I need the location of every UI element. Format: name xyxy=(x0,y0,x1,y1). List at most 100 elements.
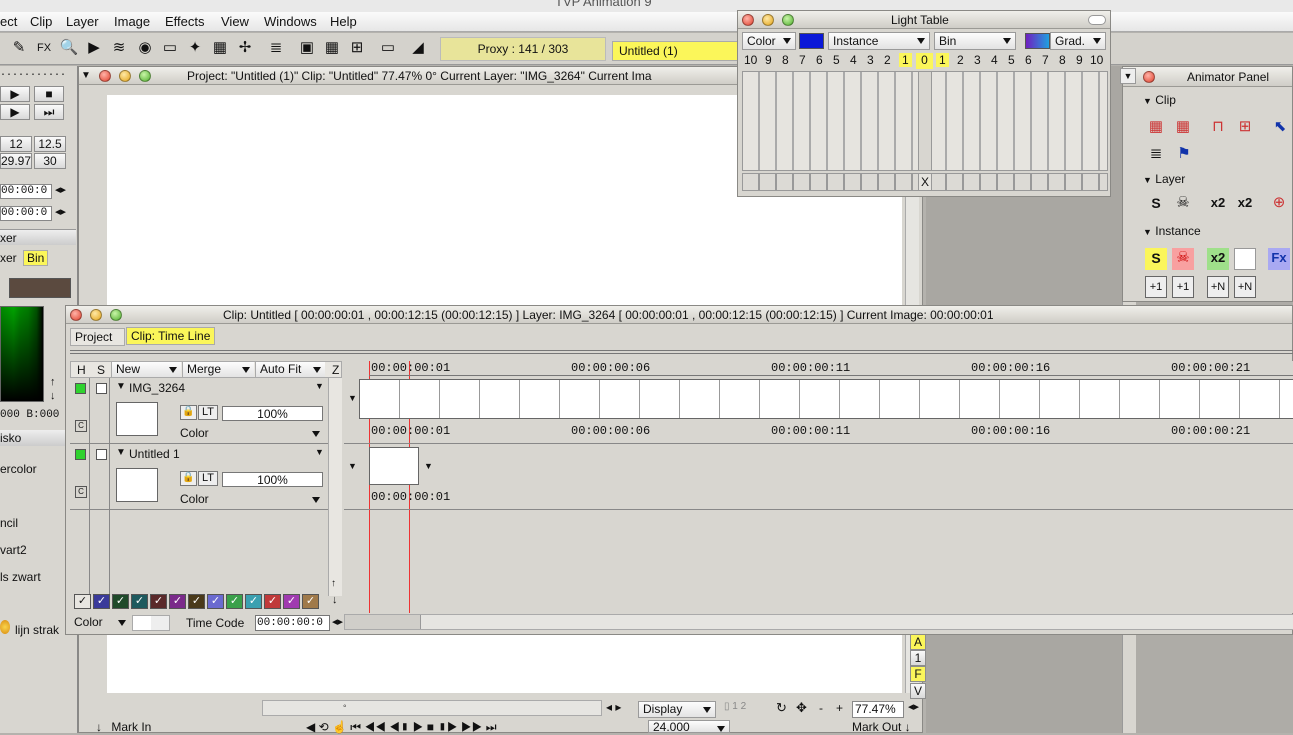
preset-item[interactable]: ncil xyxy=(0,516,18,530)
layer-mode-dropdown[interactable]: Color xyxy=(176,426,324,441)
side-button-1[interactable]: 1 xyxy=(910,650,926,666)
lock-icon[interactable]: 🔒 xyxy=(180,471,197,486)
bin-tab[interactable]: Bin xyxy=(23,250,49,266)
timeline-scroll-thumb[interactable] xyxy=(345,615,421,629)
layer-visibility-toggle[interactable] xyxy=(75,449,86,460)
marker-tab[interactable]: xer xyxy=(0,251,17,265)
layer-move-icon[interactable]: ⊕ xyxy=(1268,193,1290,215)
layer-x2-button[interactable]: x2 xyxy=(1207,193,1229,215)
instance-x2-button[interactable]: x2 xyxy=(1207,248,1229,270)
layer-row[interactable]: C ▼ Untitled 1 ▼ 🔒 LT 100% Color xyxy=(70,444,342,510)
instance-menu-icon[interactable]: ▼ xyxy=(424,461,433,471)
lt-right-5[interactable]: 5 xyxy=(1008,53,1015,67)
light-icon[interactable]: ✦ xyxy=(184,38,206,60)
lt-left-9[interactable]: 9 xyxy=(765,53,772,67)
horizontal-scrollbar[interactable]: ◦ xyxy=(262,700,602,716)
scroll-up-icon[interactable]: ↑ xyxy=(331,578,336,589)
preset-item[interactable]: lijn strak xyxy=(15,623,59,637)
lt-right-9[interactable]: 9 xyxy=(1076,53,1083,67)
lt-left-3[interactable]: 3 xyxy=(867,53,874,67)
light-table-gradient-swatch[interactable] xyxy=(1025,33,1050,49)
swatch[interactable]: ✓ xyxy=(245,594,262,609)
animator-collapse-button[interactable]: ▼ xyxy=(1120,68,1136,84)
lt-left-8[interactable]: 8 xyxy=(782,53,789,67)
light-table-center-slider[interactable] xyxy=(918,71,932,171)
layer-solo-toggle[interactable] xyxy=(96,449,107,460)
fps-12-5-button[interactable]: 12.5 xyxy=(34,136,66,152)
menu-item-help[interactable]: Help xyxy=(330,14,357,29)
step-next-n-button[interactable]: +N xyxy=(1234,276,1256,298)
side-button-f[interactable]: F xyxy=(910,666,926,682)
color-mode-dropdown[interactable]: Color xyxy=(70,615,130,631)
layer-solo-toggle[interactable] xyxy=(96,383,107,394)
layer-visibility-toggle[interactable] xyxy=(75,383,86,394)
layer-expand-icon[interactable]: ▼ xyxy=(116,381,126,392)
light-table-minimize-button[interactable] xyxy=(762,14,774,26)
layer-x2b-button[interactable]: x2 xyxy=(1234,193,1256,215)
layer-expand-icon[interactable]: ▼ xyxy=(116,447,126,458)
time-field-1[interactable]: 00:00:0 xyxy=(0,184,52,199)
fps-29-97-button[interactable]: 29.97 xyxy=(0,153,32,169)
timecode-field[interactable]: 00:00:00:0 xyxy=(255,615,330,631)
lt-left-4[interactable]: 4 xyxy=(850,53,857,67)
instance-blank-button[interactable] xyxy=(1234,248,1256,270)
color-wheel-icon[interactable]: ◉ xyxy=(134,38,156,60)
palette-scroll-up[interactable]: ↑ xyxy=(50,376,56,388)
menu-item-clip[interactable]: Clip xyxy=(30,14,52,29)
lt-left-1[interactable]: 1 xyxy=(899,53,912,67)
lock-icon[interactable]: 🔒 xyxy=(180,405,197,420)
layer-row[interactable]: C ▼ IMG_3264 ▼ 🔒 LT 100% Color xyxy=(70,378,342,444)
layer-list-scrollbar[interactable]: ↑ xyxy=(328,378,342,596)
instance-ghost-icon[interactable]: ☠ xyxy=(1172,248,1194,270)
step-button[interactable]: ▶ xyxy=(0,104,30,120)
light-table-grad-dropdown[interactable]: Grad. xyxy=(1050,32,1106,50)
preset-item[interactable]: ercolor xyxy=(0,462,37,476)
clip-arrow-icon[interactable]: ⬉ xyxy=(1269,117,1291,139)
lt-right-2[interactable]: 2 xyxy=(957,53,964,67)
lt-left-5[interactable]: 5 xyxy=(833,53,840,67)
swatch[interactable]: ✓ xyxy=(150,594,167,609)
light-table-x-button[interactable]: X xyxy=(918,173,932,191)
swatch[interactable]: ✓ xyxy=(131,594,148,609)
layer-menu-icon[interactable]: ▼ xyxy=(315,381,324,391)
step-prev-n-button[interactable]: +N xyxy=(1207,276,1229,298)
minimize-button[interactable] xyxy=(119,70,131,82)
header-s[interactable]: S xyxy=(97,363,105,377)
lt-left-10[interactable]: 10 xyxy=(744,53,757,67)
lt-center[interactable]: 0 xyxy=(916,53,933,69)
tab-clip-timeline[interactable]: Clip: Time Line xyxy=(126,327,216,345)
layer-color-box[interactable]: C xyxy=(75,420,87,432)
lt-right-8[interactable]: 8 xyxy=(1059,53,1066,67)
track1-menu-icon[interactable]: ▼ xyxy=(348,393,357,403)
project-tab[interactable]: Untitled (1) xyxy=(612,41,738,61)
menu-item-windows[interactable]: Windows xyxy=(264,14,317,29)
light-table-color-swatch[interactable] xyxy=(799,33,824,49)
swatch[interactable]: ✓ xyxy=(207,594,224,609)
rotate-icon[interactable]: ↻ xyxy=(776,700,787,716)
crop-icon[interactable]: ✢ xyxy=(234,38,256,60)
clip-stack-icon[interactable]: ≣ xyxy=(1145,144,1167,166)
play-icon[interactable]: ▶ xyxy=(83,38,105,60)
step-next-1-button[interactable]: +1 xyxy=(1172,276,1194,298)
tab-project[interactable]: Project xyxy=(70,328,125,346)
lt-right-10[interactable]: 10 xyxy=(1090,53,1103,67)
layer-thumbnail[interactable] xyxy=(116,402,158,436)
timeline-track-area[interactable]: 00:00:00:01 00:00:00:06 00:00:00:11 00:0… xyxy=(344,361,1293,613)
paper-icon[interactable]: ▭ xyxy=(159,38,181,60)
lt-right-3[interactable]: 3 xyxy=(974,53,981,67)
view-split-icon[interactable]: ⊞ xyxy=(346,38,368,60)
light-table-toolbar-toggle[interactable] xyxy=(1088,15,1106,25)
nav-arrows[interactable]: ◂ ▸ xyxy=(606,700,621,714)
zoom-button[interactable] xyxy=(139,70,151,82)
menu-item-layer[interactable]: Layer xyxy=(66,14,99,29)
collapse-arrow[interactable]: ▼ xyxy=(81,67,91,84)
light-table-toggle[interactable]: LT xyxy=(198,405,218,420)
animator-section-clip[interactable]: ▼ Clip xyxy=(1143,93,1176,107)
palette-scroll-down[interactable]: ↓ xyxy=(50,390,56,402)
layer-name[interactable]: IMG_3264 xyxy=(129,381,185,395)
fx-button[interactable]: FX xyxy=(33,38,55,60)
swatch[interactable]: ✓ xyxy=(226,594,243,609)
color-palette-grid[interactable] xyxy=(0,306,44,402)
mark-out-label[interactable]: Mark Out ↓ xyxy=(852,720,911,734)
fps-30-button[interactable]: 30 xyxy=(34,153,66,169)
